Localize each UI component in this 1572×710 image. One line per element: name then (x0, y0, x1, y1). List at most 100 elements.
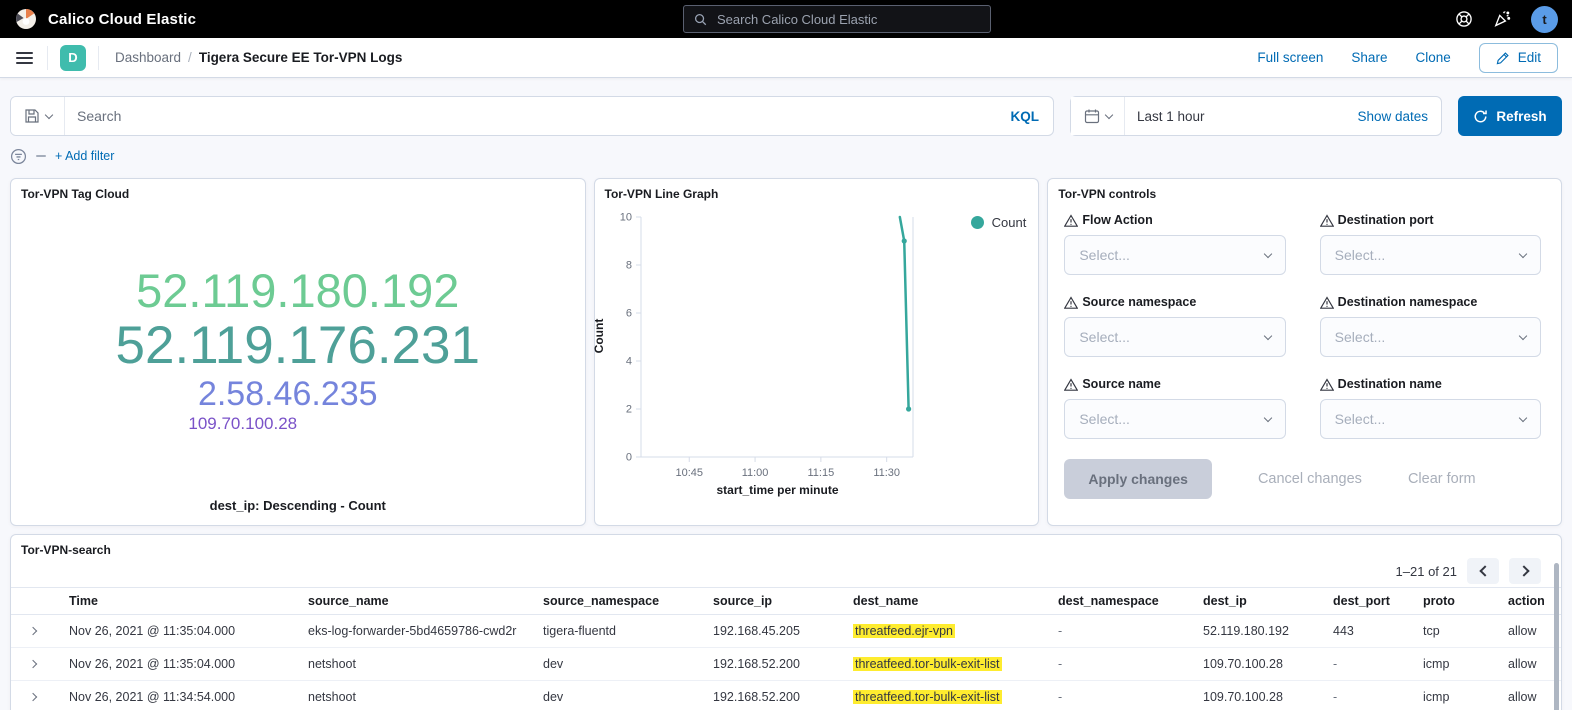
header-action: action (1500, 594, 1561, 608)
select-placeholder: Select... (1335, 411, 1386, 427)
cell-dest-name: threatfeed.tor-bulk-exit-list (845, 657, 1050, 671)
svg-text:11:30: 11:30 (873, 467, 900, 479)
kql-syntax-button[interactable]: KQL (997, 109, 1054, 124)
cell-dest-namespace: - (1050, 690, 1195, 704)
chevron-down-icon (1519, 331, 1527, 339)
edit-button[interactable]: Edit (1479, 43, 1558, 73)
chevron-down-icon (1104, 110, 1112, 118)
show-dates-button[interactable]: Show dates (1344, 109, 1441, 124)
tag-cloud-panel: Tor-VPN Tag Cloud 52.119.180.192 52.119.… (10, 178, 586, 526)
app-title: Calico Cloud Elastic (48, 11, 196, 28)
x-axis-title: start_time per minute (595, 483, 927, 497)
warning-triangle-icon (1064, 378, 1078, 391)
search-icon (693, 12, 708, 27)
controls-panel: Tor-VPN controls Flow Action Select... (1047, 178, 1562, 526)
breadcrumb-separator: / (188, 50, 192, 65)
help-button[interactable] (1455, 10, 1473, 28)
quick-select-button[interactable] (1071, 97, 1125, 135)
next-page-button[interactable] (1509, 558, 1541, 584)
svg-text:11:15: 11:15 (807, 467, 834, 479)
breadcrumb-dashboard[interactable]: Dashboard (115, 50, 181, 65)
life-ring-help-icon (1455, 10, 1473, 28)
time-range-value[interactable]: Last 1 hour (1125, 109, 1217, 124)
header-dest-namespace: dest_namespace (1050, 594, 1195, 608)
control-field-destination-name: Destination name Select... (1320, 377, 1541, 439)
source-name-select[interactable]: Select... (1064, 399, 1285, 439)
cell-source-ip: 192.168.45.205 (705, 624, 845, 638)
chevron-right-icon (29, 693, 37, 701)
divider (98, 46, 99, 70)
top-app-bar: Calico Cloud Elastic (0, 0, 1572, 38)
row-expand-button[interactable] (23, 687, 43, 707)
tag-cloud-term[interactable]: 52.119.176.231 (116, 318, 480, 374)
svg-text:6: 6 (625, 308, 631, 320)
dashboard-header-bar: D Dashboard / Tigera Secure EE Tor-VPN L… (0, 38, 1572, 78)
control-field-source-name: Source name Select... (1064, 377, 1285, 439)
add-filter-button[interactable]: + Add filter (55, 149, 114, 163)
full-screen-button[interactable]: Full screen (1257, 50, 1323, 65)
saved-query-button[interactable] (11, 97, 65, 135)
filter-bar: + Add filter (10, 146, 1562, 166)
table-header-row: Time source_name source_namespace source… (11, 587, 1561, 615)
apply-changes-button[interactable]: Apply changes (1064, 459, 1212, 499)
header-dest-name: dest_name (845, 594, 1050, 608)
control-label: Destination port (1338, 213, 1434, 227)
row-expand-button[interactable] (23, 621, 43, 641)
calendar-icon (1084, 108, 1100, 124)
cell-dest-ip: 109.70.100.28 (1195, 657, 1325, 671)
destination-port-select[interactable]: Select... (1320, 235, 1541, 275)
search-results-panel: Tor-VPN-search 1–21 of 21 Time source_na… (10, 534, 1562, 710)
panel-title: Tor-VPN controls (1048, 179, 1561, 201)
cell-source-namespace: dev (535, 690, 705, 704)
news-button[interactable] (1493, 10, 1511, 28)
global-search[interactable] (683, 5, 991, 33)
user-avatar[interactable]: t (1531, 6, 1558, 33)
svg-text:10:45: 10:45 (675, 467, 703, 479)
filter-menu-button[interactable] (10, 148, 27, 165)
chevron-left-icon (1479, 565, 1490, 576)
line-chart-svg: 024681010:4511:0011:1511:30 (595, 205, 927, 480)
time-picker-control: Last 1 hour Show dates (1070, 96, 1442, 136)
clone-button[interactable]: Clone (1415, 50, 1450, 65)
destination-namespace-select[interactable]: Select... (1320, 317, 1541, 357)
tag-cloud-term[interactable]: 2.58.46.235 (198, 376, 378, 412)
clear-form-button[interactable]: Clear form (1408, 471, 1476, 487)
tag-cloud-term[interactable]: 52.119.180.192 (136, 266, 459, 316)
cell-proto: tcp (1415, 624, 1500, 638)
warning-triangle-icon (1064, 214, 1078, 227)
global-search-input[interactable] (715, 11, 981, 28)
search-input[interactable] (65, 108, 997, 124)
destination-name-select[interactable]: Select... (1320, 399, 1541, 439)
control-field-flow-action: Flow Action Select... (1064, 213, 1285, 275)
kql-search-control: KQL (10, 96, 1054, 136)
header-source-ip: source_ip (705, 594, 845, 608)
chevron-down-icon (1263, 331, 1271, 339)
pagination-label: 1–21 of 21 (1396, 564, 1457, 579)
svg-text:11:00: 11:00 (741, 467, 768, 479)
flow-action-select[interactable]: Select... (1064, 235, 1285, 275)
refresh-button[interactable]: Refresh (1458, 96, 1562, 136)
row-expand-button[interactable] (23, 654, 43, 674)
prev-page-button[interactable] (1467, 558, 1499, 584)
menu-hamburger-icon[interactable] (14, 47, 35, 69)
source-namespace-select[interactable]: Select... (1064, 317, 1285, 357)
select-placeholder: Select... (1079, 411, 1130, 427)
cell-proto: icmp (1415, 657, 1500, 671)
query-bar: KQL Last 1 hour Show dates Refresh (10, 96, 1562, 136)
cell-dest-namespace: - (1050, 624, 1195, 638)
cancel-changes-button[interactable]: Cancel changes (1258, 471, 1362, 487)
refresh-icon (1473, 109, 1488, 124)
legend-label: Count (992, 215, 1027, 230)
table-row: Nov 26, 2021 @ 11:35:04.000 eks-log-forw… (11, 615, 1561, 648)
panels-row: Tor-VPN Tag Cloud 52.119.180.192 52.119.… (10, 178, 1562, 526)
legend-swatch (971, 216, 984, 229)
cell-dest-namespace: - (1050, 657, 1195, 671)
warning-triangle-icon (1320, 378, 1334, 391)
select-placeholder: Select... (1335, 329, 1386, 345)
svg-text:8: 8 (625, 260, 631, 272)
table-scrollbar[interactable] (1554, 563, 1559, 710)
share-button[interactable]: Share (1351, 50, 1387, 65)
legend-item-count[interactable]: Count (971, 215, 1027, 230)
table-row: Nov 26, 2021 @ 11:34:54.000 netshoot dev… (11, 681, 1561, 710)
tag-cloud-term[interactable]: 109.70.100.28 (188, 415, 297, 433)
